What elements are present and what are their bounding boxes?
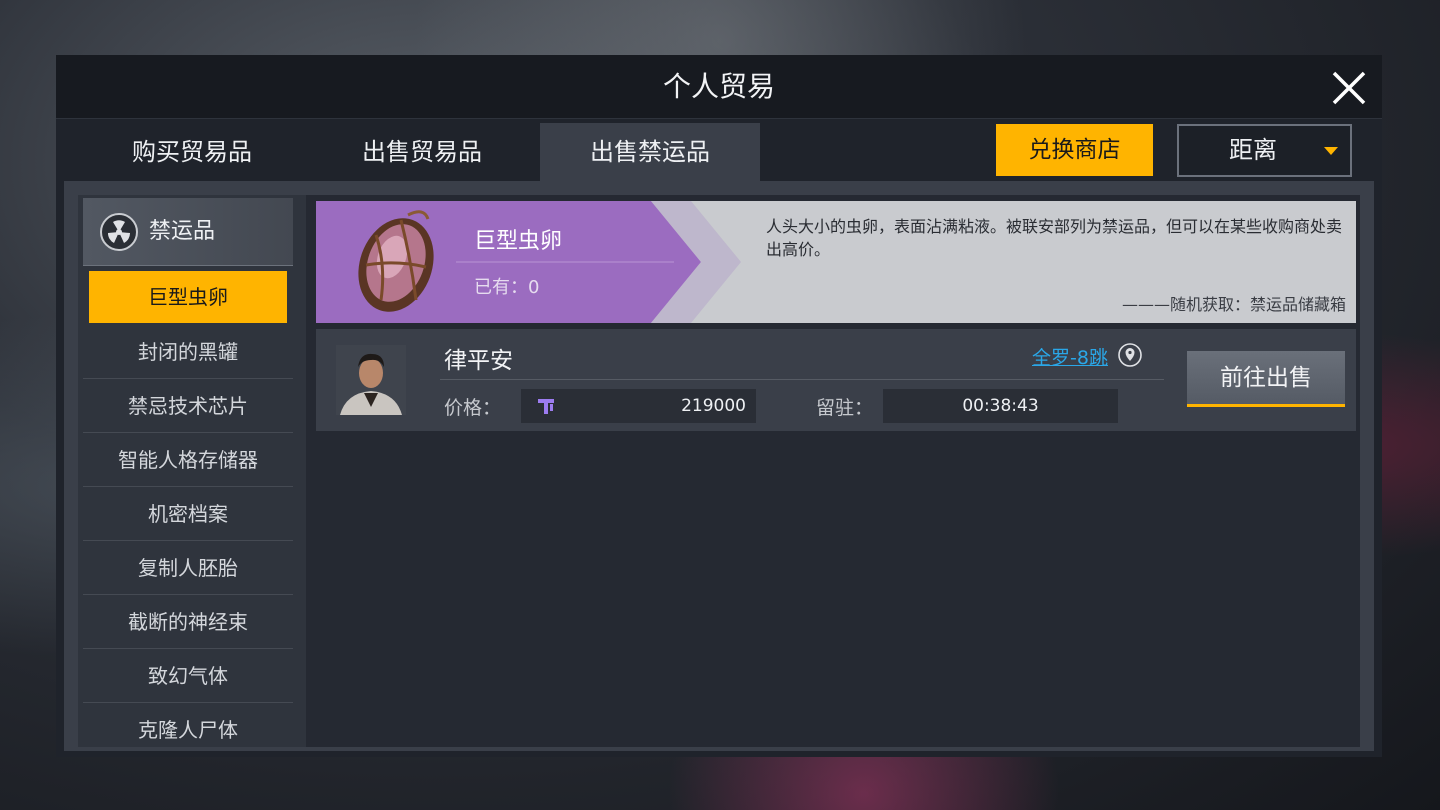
exchange-shop-button[interactable]: 兑换商店 xyxy=(996,124,1153,176)
sidebar-item-clone-corpse[interactable]: 克隆人尸体 xyxy=(83,703,293,747)
close-button[interactable] xyxy=(1328,67,1370,109)
sidebar-item-hallucinogenic-gas[interactable]: 致幻气体 xyxy=(83,649,293,703)
price-box: 219000 xyxy=(521,389,756,423)
category-title: 禁运品 xyxy=(149,219,216,244)
window-title: 个人贸易 xyxy=(662,70,775,103)
map-pin-icon[interactable] xyxy=(1118,343,1142,367)
avatar xyxy=(336,345,406,415)
list-item: 律平安 全罗-8跳 价格： 219000 留驻： 00:38:43 前往出售 xyxy=(316,329,1356,431)
chevron-down-icon xyxy=(1324,147,1338,155)
seller-name: 律平安 xyxy=(444,348,513,374)
item-name: 巨型虫卵 xyxy=(474,229,563,254)
sidebar-item-giant-egg[interactable]: 巨型虫卵 xyxy=(89,271,287,323)
giant-egg-icon xyxy=(358,210,434,312)
sidebar-item-forbidden-tech-chip[interactable]: 禁忌技术芯片 xyxy=(83,379,293,433)
tab-sell-trade-goods[interactable]: 出售贸易品 xyxy=(310,123,534,181)
sort-dropdown[interactable]: 距离 xyxy=(1177,124,1352,177)
go-sell-button[interactable]: 前往出售 xyxy=(1187,351,1345,407)
currency-icon xyxy=(538,399,554,414)
sidebar-item-ai-personality-storage[interactable]: 智能人格存储器 xyxy=(83,433,293,487)
main-panel: 巨型虫卵 已有：0 人头大小的虫卵，表面沾满粘液。被联安部列为禁运品，但可以在某… xyxy=(306,195,1360,747)
sort-selected-value: 距离 xyxy=(1229,136,1277,164)
sidebar-item-replicant-embryo[interactable]: 复制人胚胎 xyxy=(83,541,293,595)
personal-trade-panel: 个人贸易 购买贸易品 出售贸易品 出售禁运品 兑换商店 距离 禁运品 巨型虫卵 … xyxy=(56,55,1382,757)
sidebar-item-sealed-black-tank[interactable]: 封闭的黑罐 xyxy=(83,325,293,379)
title-bar: 个人贸易 xyxy=(56,55,1382,119)
stay-label: 留驻： xyxy=(816,397,874,419)
category-sidebar: 禁运品 巨型虫卵 封闭的黑罐 禁忌技术芯片 智能人格存储器 机密档案 复制人胚胎… xyxy=(78,195,306,747)
price-label: 价格： xyxy=(444,397,502,419)
radiation-icon xyxy=(100,213,138,251)
tab-sell-contraband[interactable]: 出售禁运品 xyxy=(540,123,760,181)
content-area: 禁运品 巨型虫卵 封闭的黑罐 禁忌技术芯片 智能人格存储器 机密档案 复制人胚胎… xyxy=(64,181,1374,751)
price-value: 219000 xyxy=(681,396,746,416)
location-link[interactable]: 全罗-8跳 xyxy=(1032,343,1108,370)
category-header[interactable]: 禁运品 xyxy=(83,198,293,266)
close-icon xyxy=(1332,71,1366,105)
item-info-banner: 巨型虫卵 已有：0 人头大小的虫卵，表面沾满粘液。被联安部列为禁运品，但可以在某… xyxy=(316,201,1356,323)
stay-timer: 00:38:43 xyxy=(883,389,1118,423)
sidebar-item-classified-files[interactable]: 机密档案 xyxy=(83,487,293,541)
tab-buy-trade-goods[interactable]: 购买贸易品 xyxy=(80,123,304,181)
item-source: ———随机获取：禁运品储藏箱 xyxy=(1121,295,1346,314)
sidebar-item-severed-nerve-bundle[interactable]: 截断的神经束 xyxy=(83,595,293,649)
listing-divider xyxy=(440,379,1164,380)
item-owned-count: 已有：0 xyxy=(474,277,540,298)
item-description: 人头大小的虫卵，表面沾满粘液。被联安部列为禁运品，但可以在某些收购商处卖出高价。 xyxy=(766,217,1343,259)
